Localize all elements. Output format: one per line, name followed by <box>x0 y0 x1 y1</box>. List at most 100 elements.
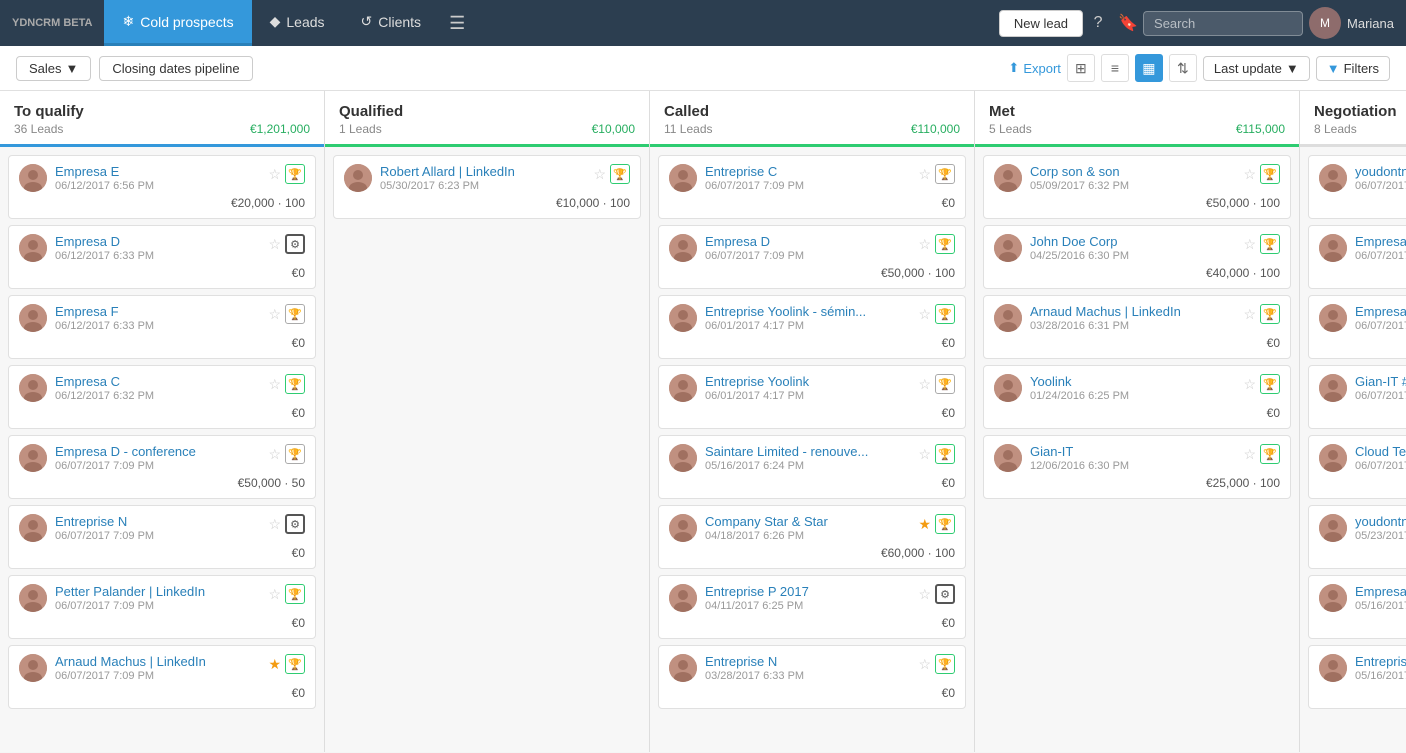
trophy-icon[interactable]: 🏆 <box>1260 164 1280 184</box>
card[interactable]: Entreprise Yoolink - sémin... 06/01/2017… <box>658 295 966 359</box>
star-icon[interactable]: ☆ <box>268 446 281 463</box>
new-lead-button[interactable]: New lead <box>999 10 1083 37</box>
trophy-icon[interactable]: 🏆 <box>285 304 305 324</box>
card-avatar <box>1319 514 1347 542</box>
card[interactable]: Entreprise N 03/28/2017 6:33 PM ☆ 🏆 €0 <box>658 645 966 709</box>
card-avatar <box>669 654 697 682</box>
card[interactable]: Cloud Technology 06/07/2017 5:06 PM ☆ €0 <box>1308 435 1406 499</box>
card[interactable]: Robert Allard | LinkedIn 05/30/2017 6:23… <box>333 155 641 219</box>
list-view-button[interactable]: ≡ <box>1101 54 1129 82</box>
trophy-icon[interactable]: 🏆 <box>935 164 955 184</box>
card[interactable]: Company Star & Star 04/18/2017 6:26 PM ★… <box>658 505 966 569</box>
star-icon[interactable]: ☆ <box>268 516 281 533</box>
card-date: 06/12/2017 6:33 PM <box>55 250 260 262</box>
card[interactable]: youdontneedacrm 05/23/2017 6:24 PM ☆ €0 <box>1308 505 1406 569</box>
trophy-icon[interactable]: 🏆 <box>935 304 955 324</box>
star-icon[interactable]: ☆ <box>593 166 606 183</box>
star-icon[interactable]: ☆ <box>268 376 281 393</box>
bookmark-icon[interactable]: 🔖 <box>1113 8 1143 38</box>
trophy-icon[interactable]: 🏆 <box>935 234 955 254</box>
star-icon[interactable]: ☆ <box>1243 236 1256 253</box>
card[interactable]: Gian-IT 12/06/2016 6:30 PM ☆ 🏆 €25,000 ·… <box>983 435 1291 499</box>
trophy-icon[interactable]: 🏆 <box>1260 304 1280 324</box>
card[interactable]: Empresa C 06/07/2017 5:06 PM ☆ €0 <box>1308 295 1406 359</box>
card-date: 05/09/2017 6:32 PM <box>1030 180 1235 192</box>
search-input[interactable] <box>1143 11 1303 36</box>
card[interactable]: Arnaud Machus | LinkedIn 03/28/2016 6:31… <box>983 295 1291 359</box>
card[interactable]: Empresa F 06/12/2017 6:33 PM ☆ 🏆 €0 <box>8 295 316 359</box>
hamburger-icon[interactable]: ☰ <box>439 13 475 34</box>
trophy-icon[interactable]: 🏆 <box>285 164 305 184</box>
star-icon[interactable]: ☆ <box>1243 446 1256 463</box>
card-amount: €50,000 · 100 <box>881 266 955 280</box>
star-icon[interactable]: ★ <box>268 656 281 673</box>
star-icon[interactable]: ☆ <box>1243 166 1256 183</box>
card[interactable]: Entreprise P 2017 04/11/2017 6:25 PM ☆ ⚙… <box>658 575 966 639</box>
trophy-icon[interactable]: ⚙ <box>285 514 305 534</box>
sales-dropdown[interactable]: Sales ▼ <box>16 56 91 81</box>
card[interactable]: Entreprise N 06/07/2017 7:09 PM ☆ ⚙ €0 <box>8 505 316 569</box>
pipeline-button[interactable]: Closing dates pipeline <box>99 56 252 81</box>
star-icon[interactable]: ☆ <box>918 376 931 393</box>
grid-view-button[interactable]: ⊞ <box>1067 54 1095 82</box>
trophy-icon[interactable]: ⚙ <box>935 584 955 604</box>
trophy-icon[interactable]: ⚙ <box>285 234 305 254</box>
star-icon[interactable]: ☆ <box>268 236 281 253</box>
card[interactable]: Empresa D - conference 06/07/2017 7:09 P… <box>8 435 316 499</box>
star-icon[interactable]: ☆ <box>1243 306 1256 323</box>
card[interactable]: Entreprise K 05/16/2017 5:37 PM ☆ €0 <box>1308 645 1406 709</box>
star-icon[interactable]: ☆ <box>918 446 931 463</box>
card-name: Cloud Technology <box>1355 444 1406 459</box>
card[interactable]: Saintare Limited - renouve... 05/16/2017… <box>658 435 966 499</box>
card-avatar <box>1319 584 1347 612</box>
trophy-icon[interactable]: 🏆 <box>1260 234 1280 254</box>
trophy-icon[interactable]: 🏆 <box>935 654 955 674</box>
card[interactable]: Yoolink 01/24/2016 6:25 PM ☆ 🏆 €0 <box>983 365 1291 429</box>
trophy-icon[interactable]: 🏆 <box>1260 444 1280 464</box>
sort-button[interactable]: ⇅ <box>1169 54 1197 82</box>
trophy-icon[interactable]: 🏆 <box>285 374 305 394</box>
trophy-icon[interactable]: 🏆 <box>1260 374 1280 394</box>
star-icon[interactable]: ☆ <box>918 656 931 673</box>
star-icon[interactable]: ☆ <box>1243 376 1256 393</box>
card[interactable]: Arnaud Machus | LinkedIn 06/07/2017 7:09… <box>8 645 316 709</box>
card[interactable]: Empresa D 05/16/2017 6:26 PM ☆ €0 <box>1308 575 1406 639</box>
kanban-view-button[interactable]: ▦ <box>1135 54 1163 82</box>
trophy-icon[interactable]: 🏆 <box>935 444 955 464</box>
card[interactable]: Entreprise Yoolink 06/01/2017 4:17 PM ☆ … <box>658 365 966 429</box>
star-icon[interactable]: ☆ <box>918 306 931 323</box>
card[interactable]: Empresa D 06/07/2017 7:09 PM ☆ 🏆 €50,000… <box>658 225 966 289</box>
star-icon[interactable]: ☆ <box>268 166 281 183</box>
star-icon[interactable]: ☆ <box>918 236 931 253</box>
trophy-icon[interactable]: 🏆 <box>285 444 305 464</box>
star-icon[interactable]: ☆ <box>268 306 281 323</box>
trophy-icon[interactable]: 🏆 <box>610 164 630 184</box>
column-met: Met 5 Leads €115,000 Corp son & son 05/0… <box>975 91 1300 752</box>
tab-clients[interactable]: ↺ Clients <box>343 0 440 46</box>
card[interactable]: Empresa E 06/12/2017 6:56 PM ☆ 🏆 €20,000… <box>8 155 316 219</box>
tab-cold-prospects[interactable]: ❄ Cold prospects <box>104 0 251 46</box>
star-icon[interactable]: ☆ <box>268 586 281 603</box>
last-update-dropdown[interactable]: Last update ▼ <box>1203 56 1310 81</box>
card[interactable]: Empresa D 06/12/2017 6:33 PM ☆ ⚙ €0 <box>8 225 316 289</box>
trophy-icon[interactable]: 🏆 <box>935 514 955 534</box>
star-icon[interactable]: ☆ <box>918 586 931 603</box>
card[interactable]: Petter Palander | LinkedIn 06/07/2017 7:… <box>8 575 316 639</box>
card-avatar <box>669 514 697 542</box>
trophy-icon[interactable]: 🏆 <box>285 654 305 674</box>
card[interactable]: Corp son & son 05/09/2017 6:32 PM ☆ 🏆 €5… <box>983 155 1291 219</box>
help-icon[interactable]: ? <box>1083 8 1113 38</box>
filters-button[interactable]: ▼ Filters <box>1316 56 1390 81</box>
card[interactable]: Gian-IT #2 06/07/2017 5:06 PM ☆ €0 <box>1308 365 1406 429</box>
tab-leads[interactable]: ◆ Leads <box>252 0 343 46</box>
card[interactable]: Empresa C 06/12/2017 6:32 PM ☆ 🏆 €0 <box>8 365 316 429</box>
card[interactable]: Entreprise C 06/07/2017 7:09 PM ☆ 🏆 €0 <box>658 155 966 219</box>
trophy-icon[interactable]: 🏆 <box>285 584 305 604</box>
star-icon[interactable]: ★ <box>918 516 931 533</box>
card[interactable]: John Doe Corp 04/25/2016 6:30 PM ☆ 🏆 €40… <box>983 225 1291 289</box>
star-icon[interactable]: ☆ <box>918 166 931 183</box>
card[interactable]: youdontneedacrm 06/07/2017 5:06 PM ☆ €0 <box>1308 155 1406 219</box>
export-button[interactable]: ⬆ Export <box>1008 60 1060 76</box>
card[interactable]: Empresa D 06/07/2017 5:06 PM ☆ €0 <box>1308 225 1406 289</box>
trophy-icon[interactable]: 🏆 <box>935 374 955 394</box>
